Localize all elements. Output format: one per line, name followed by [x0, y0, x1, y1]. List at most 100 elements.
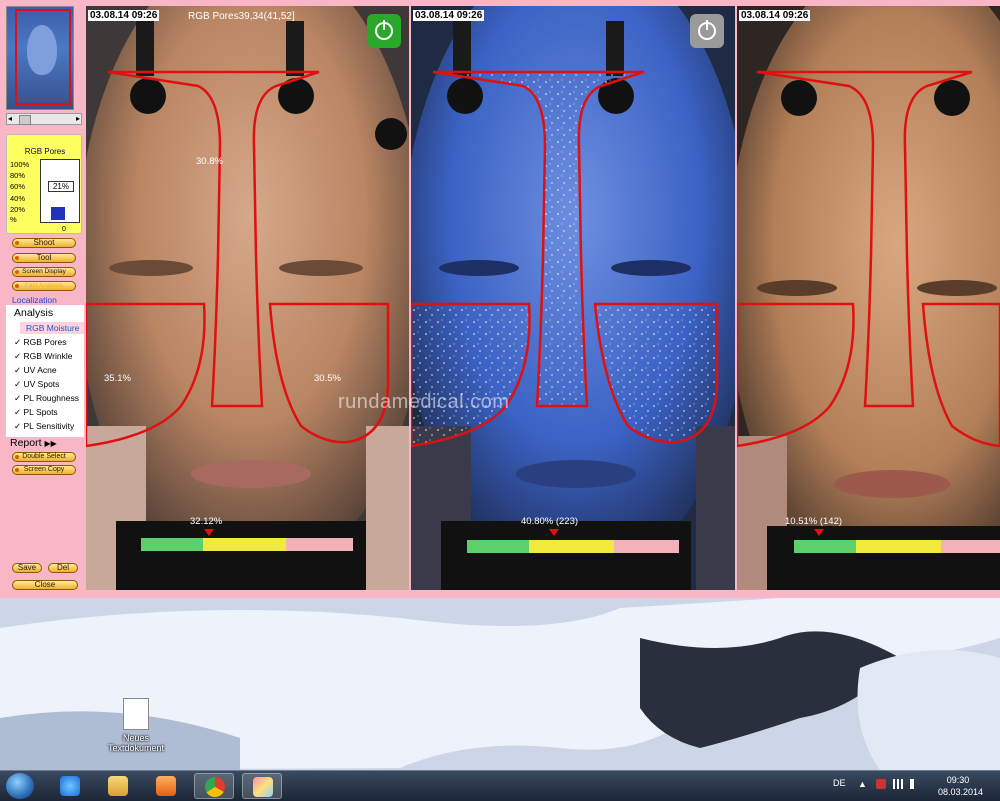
analysis-item-uv-spots[interactable]: ✓ UV Spots [14, 379, 59, 390]
desktop-file-icon[interactable]: Neues Textdokument [106, 698, 166, 753]
taskbar-ie-button[interactable] [50, 773, 90, 799]
shoot-label: Shoot [33, 238, 55, 247]
score-marker-icon [203, 529, 214, 536]
screen-display-label: Screen Display [22, 268, 66, 275]
report-button[interactable]: Report ▶▶ [10, 437, 57, 449]
taskbar-media-player-button[interactable] [146, 773, 186, 799]
folder-icon [108, 776, 128, 796]
check-icon: ✓ [14, 407, 22, 417]
shoot-button[interactable]: Shoot [12, 238, 76, 248]
score-label: 10.51% (142) [785, 516, 843, 527]
gauge-tick: 40% [10, 194, 26, 203]
gauge-tick: 20% [10, 205, 26, 214]
analysis-item-rgb-moisture[interactable]: RGB Moisture [20, 322, 84, 334]
score-label: 40.80% (223) [521, 516, 579, 527]
fast-analysis-button[interactable]: Fast Analysis [12, 281, 76, 291]
sidebar: ◂ ▸ RGB Pores 100% 80% 60% 40% 20% % 21%… [0, 0, 84, 597]
localization-link[interactable]: Localization [12, 295, 57, 305]
screen-copy-label: Screen Copy [23, 466, 65, 473]
tray-expand-icon[interactable]: ▲ [858, 779, 867, 789]
report-arrow-icon: ▶▶ [44, 439, 57, 448]
skin-analyzer-app-icon [253, 777, 273, 797]
taskbar-skin-analyzer-button[interactable] [242, 773, 282, 799]
network-signal-icon[interactable] [893, 779, 903, 789]
panel-timestamp: 03.08.14 09:26 [413, 10, 485, 21]
panel-timestamp: 03.08.14 09:26 [88, 10, 160, 21]
desktop-icon-label-line2: Textdokument [107, 743, 165, 753]
score-marker-icon [813, 529, 824, 536]
tool-button[interactable]: Tool [12, 253, 76, 263]
window-bottom-border [0, 590, 1000, 598]
gauge-tick: 80% [10, 171, 26, 180]
score-marker-icon [548, 529, 559, 536]
analysis-item-uv-acne[interactable]: ✓ UV Acne [14, 365, 57, 376]
face-photo-pl [737, 6, 1000, 590]
face-thumbnail[interactable] [6, 6, 74, 110]
analysis-item-rgb-pores[interactable]: ✓ RGB Pores [14, 337, 67, 348]
action-center-icon[interactable] [876, 779, 886, 789]
double-select-label: Double Select [22, 453, 66, 460]
thumbnail-scrollbar[interactable]: ◂ ▸ [6, 113, 82, 125]
button-dot-icon [15, 270, 19, 274]
gauge-title: RGB Pores [24, 147, 66, 156]
score-bar [141, 538, 353, 551]
check-icon: ✓ [14, 393, 22, 403]
button-dot-icon [15, 455, 19, 459]
power-icon[interactable] [367, 14, 401, 48]
scroll-left-arrow-icon[interactable]: ◂ [8, 114, 12, 124]
language-indicator[interactable]: DE [833, 778, 846, 788]
right-cheek-zone-percent: 30.5% [314, 373, 341, 384]
scrollbar-thumb[interactable] [19, 115, 31, 125]
score-bar-pink [614, 540, 679, 553]
taskbar-clock[interactable]: 09:30 08.03.2014 [938, 774, 983, 798]
start-button-icon[interactable] [6, 773, 34, 799]
analysis-item-label: UV Acne [23, 365, 57, 375]
image-panel-pl[interactable]: 03.08.14 09:26 10.51% (142) [737, 6, 1000, 590]
image-panel-rgb[interactable]: 03.08.14 09:26 RGB Pores39,34(41,52] 30.… [86, 6, 409, 590]
score-bar-green [794, 540, 856, 553]
gauge-zero-label: 0 [62, 226, 66, 233]
analysis-item-rgb-wrinkle[interactable]: ✓ RGB Wrinkle [14, 351, 72, 362]
button-dot-icon [15, 468, 19, 472]
taskbar: DE ▲ 09:30 08.03.2014 [0, 770, 1000, 801]
screen-copy-button[interactable]: Screen Copy [12, 465, 76, 475]
double-select-button[interactable]: Double Select [12, 452, 76, 462]
button-dot-icon [15, 284, 19, 288]
analysis-item-pl-sensitivity[interactable]: ✓ PL Sensitivity [14, 421, 74, 432]
score-bar-yellow [529, 540, 614, 553]
gauge-tick: 100% [10, 160, 30, 169]
score-bar-pink [941, 540, 1000, 553]
power-stem [706, 20, 708, 30]
score-bar [467, 540, 679, 553]
thumbnail-selection-frame [15, 9, 71, 105]
gauge-value: 21% [48, 181, 74, 192]
clock-time: 09:30 [946, 775, 970, 785]
screen-display-button[interactable]: Screen Display [12, 267, 76, 277]
desktop-wallpaper: Neues Textdokument [0, 598, 1000, 770]
taskbar-chrome-button[interactable] [194, 773, 234, 799]
save-button[interactable]: Save [12, 563, 42, 573]
forehead-zone-percent: 30.8% [196, 156, 223, 167]
power-icon[interactable] [690, 14, 724, 48]
image-panel-blue[interactable]: 03.08.14 09:26 40.80% (223) [411, 6, 735, 590]
analysis-item-label: PL Sensitivity [23, 421, 75, 431]
volume-icon[interactable] [910, 779, 920, 789]
scroll-right-arrow-icon[interactable]: ▸ [76, 114, 80, 124]
button-dot-icon [15, 241, 19, 245]
check-icon: ✓ [14, 421, 22, 431]
analysis-item-label: RGB Pores [23, 337, 67, 347]
analysis-item-label: PL Spots [23, 407, 58, 417]
watermark: rundamedical.com [338, 391, 510, 413]
gauge-tick: % [10, 215, 17, 224]
tool-label: Tool [36, 253, 52, 262]
analysis-item-label: UV Spots [23, 379, 60, 389]
close-button[interactable]: Close [12, 580, 78, 590]
analysis-item-pl-roughness[interactable]: ✓ PL Roughness [14, 393, 79, 404]
delete-button[interactable]: Del [48, 563, 78, 573]
gauge-tick: 60% [10, 182, 26, 191]
taskbar-explorer-button[interactable] [98, 773, 138, 799]
score-label: 32.12% [190, 516, 223, 527]
analysis-item-pl-spots[interactable]: ✓ PL Spots [14, 407, 58, 418]
score-bar-green [141, 538, 203, 551]
score-bar [794, 540, 1000, 553]
